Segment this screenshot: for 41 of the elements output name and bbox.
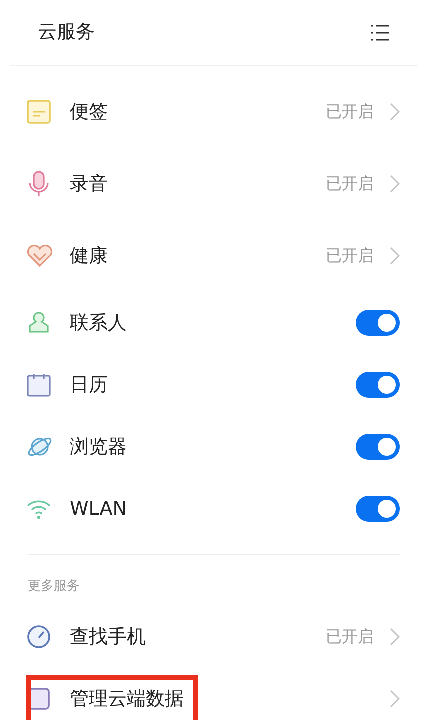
status-text: 已开启 (326, 173, 374, 195)
service-label: 浏览器 (70, 434, 128, 460)
service-row[interactable]: 联系人 (0, 292, 428, 354)
heart-icon (26, 243, 54, 269)
gauge-icon (26, 624, 52, 650)
wifi-icon (26, 498, 52, 520)
chevron-icon (390, 103, 400, 121)
service-row[interactable]: 查找手机 已开启 (0, 603, 428, 671)
person-icon (26, 310, 52, 336)
service-row[interactable]: 便签 已开启 (0, 76, 428, 148)
menu-icon[interactable] (370, 24, 390, 42)
service-row[interactable]: 日历 (0, 354, 428, 416)
service-label: 录音 (70, 172, 109, 197)
service-label: 查找手机 (70, 624, 147, 650)
status-text: 已开启 (326, 626, 374, 648)
service-label: 健康 (70, 244, 109, 269)
chevron-icon (390, 628, 400, 646)
chevron-icon (390, 175, 400, 193)
chevron-icon (390, 247, 400, 265)
service-label: 便签 (70, 100, 109, 125)
page-title: 云服务 (38, 20, 95, 46)
service-label: 日历 (70, 372, 109, 398)
toggle-switch[interactable] (356, 372, 400, 398)
toggle-switch[interactable] (356, 496, 400, 522)
section-heading: 更多服务 (28, 579, 80, 594)
service-row[interactable]: 录音 已开启 (0, 148, 428, 220)
service-label: WLAN (70, 496, 128, 522)
service-row[interactable]: WLAN (0, 478, 428, 540)
toggle-switch[interactable] (356, 310, 400, 336)
chevron-icon (390, 690, 400, 708)
service-row[interactable]: 健康 已开启 (0, 220, 428, 292)
microphone-icon (26, 170, 52, 198)
toggle-switch[interactable] (356, 434, 400, 460)
note-icon (26, 99, 52, 125)
service-label: 联系人 (70, 310, 128, 336)
calendar-icon (26, 372, 52, 398)
service-label: 管理云端数据 (70, 686, 185, 712)
service-row[interactable]: 浏览器 (0, 416, 428, 478)
service-row[interactable]: 管理云端数据 (0, 671, 428, 720)
status-text: 已开启 (326, 101, 374, 123)
status-text: 已开启 (326, 245, 374, 267)
